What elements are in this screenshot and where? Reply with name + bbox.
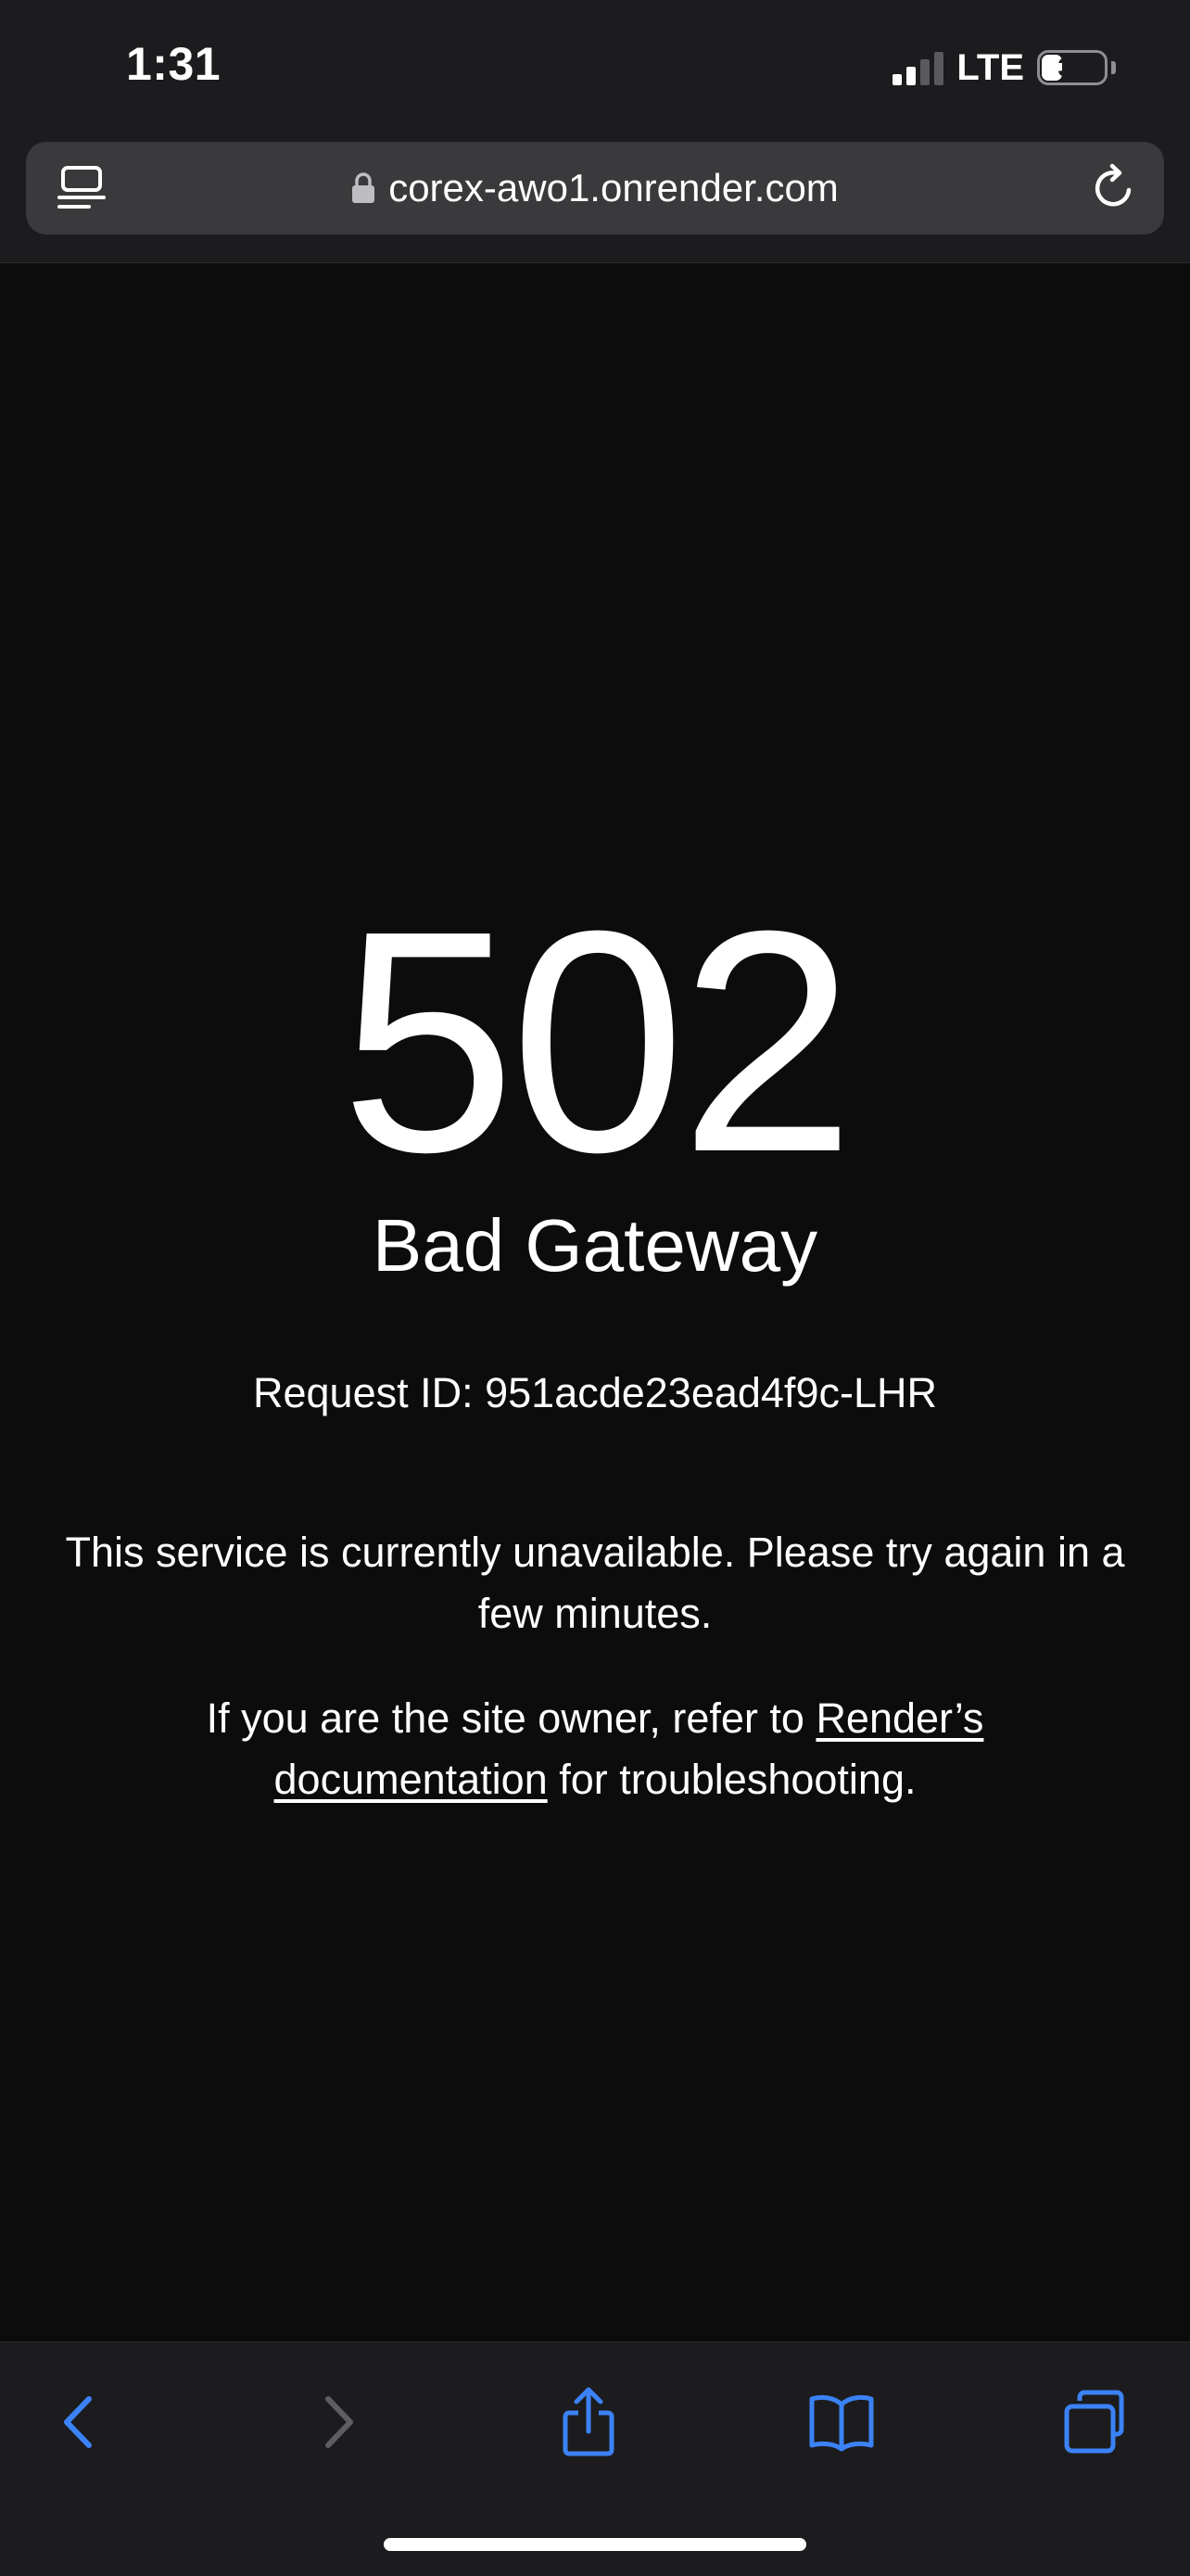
forward-icon — [325, 2396, 353, 2448]
signal-bar — [934, 52, 944, 85]
signal-bar — [906, 67, 917, 85]
network-type: LTE — [956, 46, 1024, 88]
bookmarks-button[interactable] — [795, 2376, 888, 2468]
signal-bar — [892, 74, 903, 85]
forward-button[interactable] — [291, 2376, 384, 2468]
url-text: corex-awo1.onrender.com — [388, 166, 839, 209]
back-icon — [64, 2396, 92, 2448]
page-content: 502 Bad Gateway Request ID: 951acde23ead… — [0, 263, 1190, 2341]
back-button[interactable] — [33, 2376, 126, 2468]
tabs-icon — [1064, 2390, 1124, 2454]
browser-top-chrome: 1:31 LTE 34 corex-awo1.onrender.com — [0, 0, 1190, 263]
error-code: 502 — [340, 866, 855, 1218]
owner-note-prefix: If you are the site owner, refer to — [206, 1694, 817, 1742]
unavailable-message: This service is currently unavailable. P… — [65, 1529, 1125, 1637]
bookmarks-icon — [809, 2394, 874, 2452]
owner-note-suffix: for troubleshooting. — [547, 1756, 917, 1803]
share-icon — [563, 2387, 614, 2456]
battery-icon: 34 — [1037, 50, 1108, 85]
request-id: Request ID: 951acde23ead4f9c-LHR — [253, 1369, 937, 1416]
home-indicator[interactable] — [384, 2538, 806, 2551]
status-time: 1:31 — [126, 38, 222, 90]
url-display[interactable]: corex-awo1.onrender.com — [26, 142, 1164, 235]
status-indicators: LTE 34 — [892, 43, 1116, 93]
tabs-button[interactable] — [1049, 2376, 1142, 2468]
battery-tip — [1111, 61, 1116, 74]
lock-icon — [352, 172, 375, 203]
cellular-signal-icon — [892, 50, 944, 85]
error-title: Bad Gateway — [372, 1204, 818, 1287]
share-button[interactable] — [542, 2376, 635, 2468]
signal-bar — [920, 59, 930, 85]
battery-percent: 34 — [1057, 53, 1087, 82]
address-bar[interactable]: corex-awo1.onrender.com — [26, 142, 1164, 235]
owner-note: If you are the site owner, refer to Rend… — [111, 1688, 1079, 1810]
reload-icon[interactable] — [1088, 162, 1140, 214]
